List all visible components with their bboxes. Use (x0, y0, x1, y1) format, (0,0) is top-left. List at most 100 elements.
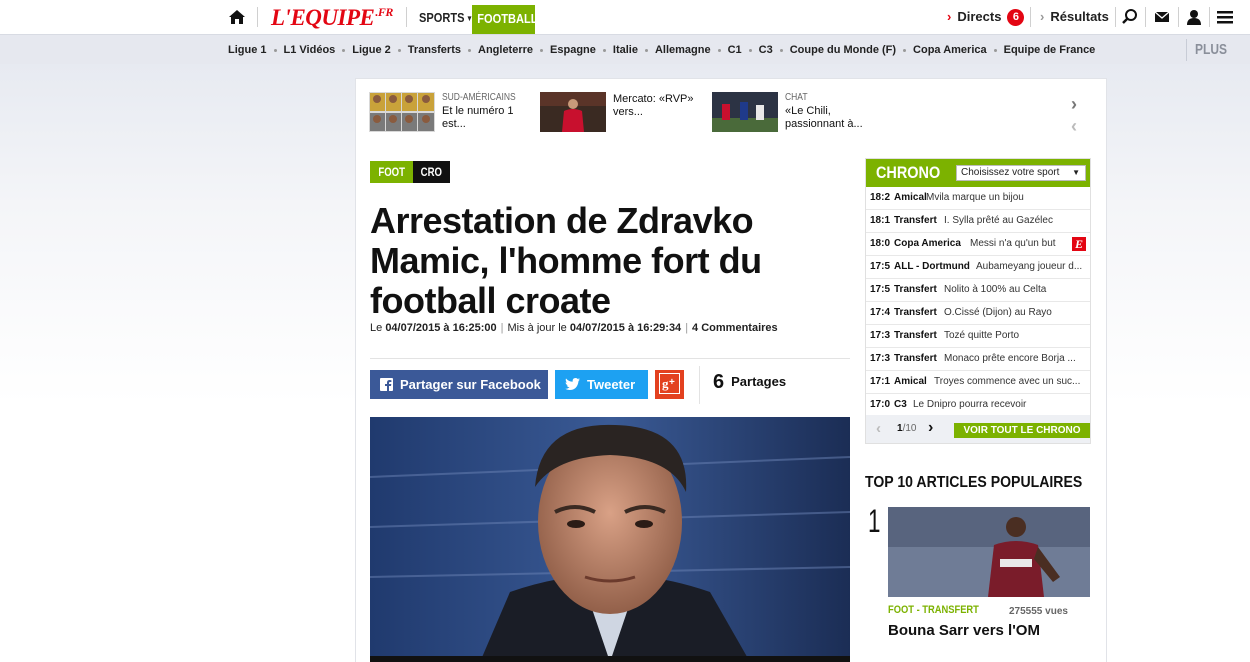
chrono-text: Mvila marque un bijou (926, 192, 1024, 203)
share-googleplus-button[interactable]: g + (655, 370, 684, 399)
chrono-item[interactable]: 17:1 Amical Troyes commence avec un suc... (866, 371, 1090, 394)
carousel-next-icon[interactable]: › (1071, 93, 1087, 115)
chrono-category: Transfert (894, 284, 937, 295)
tag-country[interactable]: CRO (413, 161, 450, 183)
svg-text:+: + (669, 377, 675, 388)
subnav-item[interactable]: Angleterre (461, 44, 533, 56)
subnav-item[interactable]: Transferts (391, 44, 461, 56)
user-icon[interactable] (1185, 8, 1203, 26)
chrono-category: Transfert (894, 353, 937, 364)
facebook-icon (380, 370, 393, 399)
chrono-time: 17:0 (870, 399, 891, 410)
subnav-item[interactable]: Italie (596, 44, 638, 56)
comments-link[interactable]: 4 Commentaires (692, 322, 778, 334)
popular-title: TOP 10 ARTICLES POPULAIRES (865, 474, 1083, 491)
subnav-item[interactable]: Equipe de France (987, 44, 1095, 56)
chrono-next-icon[interactable]: › (928, 419, 933, 437)
mail-icon[interactable] (1153, 8, 1171, 26)
separator-dot (644, 48, 648, 52)
top-bar: L'EQUIPE.FR SPORTS ▼ FOOTBALL › Directs 6 ›… (0, 0, 1250, 34)
chrono-item[interactable]: 18:1 Transfert I. Sylla prêté au Gazélec (866, 210, 1090, 233)
subnav-item[interactable]: Ligue 2 (335, 44, 391, 56)
teaser-item[interactable]: Mercato: «RVP» vers... (540, 92, 700, 132)
see-all-chrono-button[interactable]: VOIR TOUT LE CHRONO (954, 423, 1090, 438)
resultats-link[interactable]: › Résultats (1040, 9, 1109, 24)
separator-dot (397, 48, 401, 52)
chrono-item[interactable]: 17:0 C3 Le Dnipro pourra recevoir (866, 394, 1090, 417)
popular-article-title[interactable]: Bouna Sarr vers l'OM (888, 622, 1040, 639)
chrono-text: I. Sylla prêté au Gazélec (944, 215, 1053, 226)
chrono-category: C3 (894, 399, 907, 410)
carousel-prev-icon[interactable]: ‹ (1071, 115, 1087, 137)
chrono-item[interactable]: 17:5 Transfert Nolito à 100% au Celta (866, 279, 1090, 302)
chevron-down-icon: ▼ (1072, 168, 1080, 177)
main-content: SUD-AMÉRICAINS Et le numéro 1 est... Mer… (355, 78, 1107, 662)
teaser-item[interactable]: CHAT «Le Chili, passionnant à... (712, 92, 882, 132)
chrono-item[interactable]: 17:5 ALL - Dortmund Aubameyang joueur d... (866, 256, 1090, 279)
plus-menu-button[interactable]: PLUS (1195, 41, 1227, 58)
teaser-text: «Le Chili, passionnant à... (785, 105, 863, 130)
divider (257, 7, 258, 27)
chrono-text: Aubameyang joueur d... (976, 261, 1083, 272)
subnav-item[interactable]: Coupe du Monde (F) (773, 44, 896, 56)
teaser-thumbnail (369, 92, 435, 132)
twitter-icon (565, 370, 580, 399)
article-tags: FOOT CRO (370, 161, 450, 183)
directs-link[interactable]: › Directs 6 (947, 9, 1025, 26)
chrono-category: Transfert (894, 330, 937, 341)
subnav-item[interactable]: C1 (711, 44, 742, 56)
chrono-category: Amical (894, 376, 927, 387)
separator-dot (540, 48, 544, 52)
separator-dot (602, 48, 606, 52)
chrono-header: CHRONO Choisissez votre sport ▼ (866, 159, 1090, 187)
teaser-thumbnail (712, 92, 778, 132)
share-facebook-button[interactable]: Partager sur Facebook (370, 370, 548, 399)
separator-dot (468, 48, 471, 52)
sports-dropdown[interactable]: SPORTS ▼ (419, 10, 473, 25)
chrono-item[interactable]: 17:3 Transfert Tozé quitte Porto (866, 325, 1090, 348)
chrono-text: Messi n'a qu'un but (970, 238, 1056, 249)
subnav-item[interactable]: Ligue 1 (228, 44, 267, 56)
divider (1178, 7, 1179, 27)
chrono-list: 18:2 Amical Mvila marque un bijou 18:1 Trans… (866, 187, 1090, 417)
divider (1186, 39, 1187, 61)
subnav-item[interactable]: Allemagne (638, 44, 711, 56)
tag-sport[interactable]: FOOT (370, 161, 414, 183)
teaser-text: Et le numéro 1 est... (442, 105, 514, 130)
chrono-time: 17:3 (870, 353, 891, 364)
divider (699, 366, 700, 404)
search-icon[interactable] (1121, 8, 1139, 26)
chrono-text: Tozé quitte Porto (944, 330, 1020, 341)
chrono-category: ALL - Dortmund (894, 261, 970, 272)
chrono-time: 17:5 (870, 261, 891, 272)
teaser-text: Mercato: «RVP» vers... (613, 93, 694, 118)
subnav-item[interactable]: C3 (742, 44, 773, 56)
separator-dot (717, 48, 721, 52)
football-tab[interactable]: FOOTBALL (472, 5, 537, 34)
separator-dot (748, 48, 752, 52)
home-icon[interactable] (228, 9, 246, 25)
chrono-prev-icon[interactable]: ‹ (876, 420, 881, 437)
subnav-item[interactable]: L1 Vidéos (267, 44, 335, 56)
divider (1209, 7, 1210, 27)
chrono-time: 18:0 (870, 238, 891, 249)
popular-views: 275555 vues (1009, 606, 1068, 617)
chrono-item[interactable]: 17:3 Transfert Monaco prête encore Borja .… (866, 348, 1090, 371)
subnav-item[interactable]: Espagne (533, 44, 596, 56)
chrono-time: 17:5 (870, 284, 891, 295)
popular-thumbnail[interactable] (888, 507, 1090, 597)
chrono-item[interactable]: 17:4 Transfert O.Cissé (Dijon) au Rayo (866, 302, 1090, 325)
chrono-item[interactable]: 18:2 Amical Mvila marque un bijou (866, 187, 1090, 210)
chrono-time: 18:2 (870, 192, 891, 203)
subnav-item[interactable]: Copa America (896, 44, 987, 56)
sport-select[interactable]: Choisissez votre sport ▼ (956, 165, 1086, 181)
chrono-pagination: 1/10 (897, 423, 917, 434)
chrono-item[interactable]: 18:0 Copa America Messi n'a qu'un but E (866, 233, 1090, 256)
chrono-category: Copa America (894, 238, 961, 249)
menu-icon[interactable] (1216, 8, 1234, 26)
teaser-item[interactable]: SUD-AMÉRICAINS Et le numéro 1 est... (369, 92, 529, 132)
googleplus-icon: g + (659, 373, 680, 394)
lequipe-badge-icon: E (1072, 237, 1086, 251)
site-logo[interactable]: L'EQUIPE.FR (271, 5, 393, 31)
share-twitter-button[interactable]: Tweeter (555, 370, 648, 399)
